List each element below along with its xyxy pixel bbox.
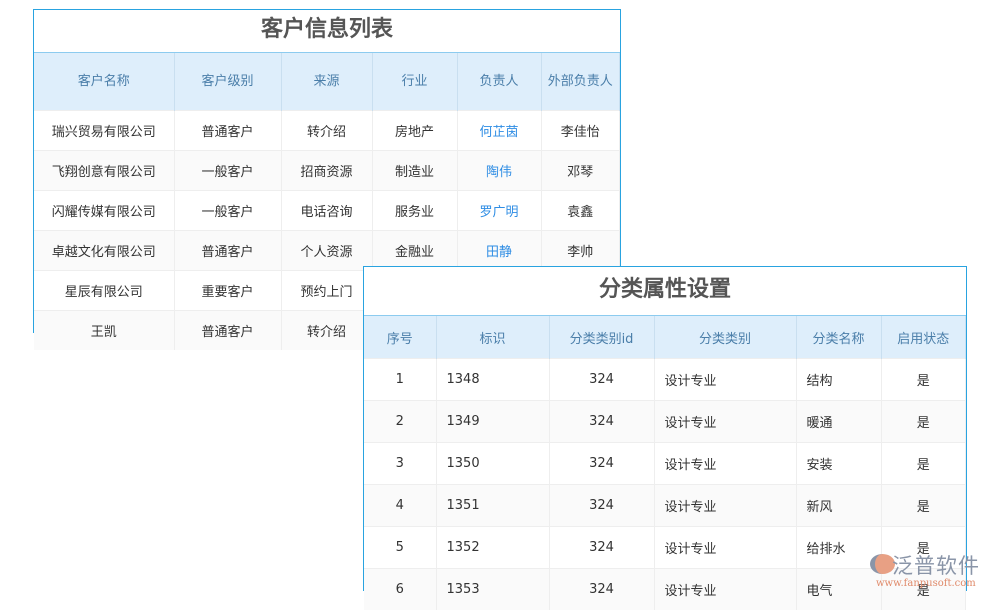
table-cell: 设计专业 xyxy=(654,527,796,569)
table-cell: 服务业 xyxy=(372,191,457,231)
table-cell: 暖通 xyxy=(796,401,881,443)
table-cell: 324 xyxy=(549,527,654,569)
table-cell: 设计专业 xyxy=(654,401,796,443)
table-cell: 是 xyxy=(881,401,966,443)
table-cell: 星辰有限公司 xyxy=(34,271,174,311)
table-cell[interactable]: 罗广明 xyxy=(457,191,541,231)
logo-name: 泛普软件 xyxy=(892,550,980,580)
table-cell: 1352 xyxy=(436,527,549,569)
table-cell: 安装 xyxy=(796,443,881,485)
table-cell: 转介绍 xyxy=(281,311,372,351)
table-cell: 电话咨询 xyxy=(281,191,372,231)
table-cell: 邓琴 xyxy=(541,151,620,191)
table-cell: 王凯 xyxy=(34,311,174,351)
table-row: 飞翔创意有限公司一般客户招商资源制造业陶伟邓琴 xyxy=(34,151,620,191)
table-cell: 设计专业 xyxy=(654,443,796,485)
table-row: 闪耀传媒有限公司一般客户电话咨询服务业罗广明袁鑫 xyxy=(34,191,620,231)
category-attribute-panel: 分类属性设置 序号标识分类类别id分类类别分类名称启用状态11348324设计专… xyxy=(363,266,967,591)
table-cell: 5 xyxy=(364,527,436,569)
column-header: 分类名称 xyxy=(796,316,881,359)
table-cell: 飞翔创意有限公司 xyxy=(34,151,174,191)
column-header: 标识 xyxy=(436,316,549,359)
customer-table-title: 客户信息列表 xyxy=(34,10,620,53)
table-cell: 设计专业 xyxy=(654,485,796,527)
column-header: 分类类别 xyxy=(654,316,796,359)
table-cell: 324 xyxy=(549,401,654,443)
table-cell: 4 xyxy=(364,485,436,527)
table-cell: 重要客户 xyxy=(174,271,281,311)
table-cell: 设计专业 xyxy=(654,569,796,610)
table-cell: 1348 xyxy=(436,359,549,401)
table-cell: 预约上门 xyxy=(281,271,372,311)
column-header: 外部负责人 xyxy=(541,53,620,111)
table-cell: 闪耀传媒有限公司 xyxy=(34,191,174,231)
table-cell: 制造业 xyxy=(372,151,457,191)
table-cell: 6 xyxy=(364,569,436,610)
table-cell: 是 xyxy=(881,359,966,401)
table-cell: 324 xyxy=(549,569,654,610)
table-cell[interactable]: 田静 xyxy=(457,231,541,271)
table-cell: 324 xyxy=(549,485,654,527)
table-row: 41351324设计专业新风是 xyxy=(364,485,966,527)
column-header: 客户级别 xyxy=(174,53,281,111)
table-cell: 1353 xyxy=(436,569,549,610)
table-cell: 设计专业 xyxy=(654,359,796,401)
table-cell: 个人资源 xyxy=(281,231,372,271)
table-cell: 1350 xyxy=(436,443,549,485)
table-cell: 普通客户 xyxy=(174,311,281,351)
logo-url: www.fanpusoft.com xyxy=(876,578,976,589)
column-header: 行业 xyxy=(372,53,457,111)
table-cell: 3 xyxy=(364,443,436,485)
table-row: 31350324设计专业安装是 xyxy=(364,443,966,485)
column-header: 序号 xyxy=(364,316,436,359)
table-cell: 1351 xyxy=(436,485,549,527)
table-cell: 房地产 xyxy=(372,111,457,151)
table-cell: 结构 xyxy=(796,359,881,401)
table-cell: 招商资源 xyxy=(281,151,372,191)
table-cell: 卓越文化有限公司 xyxy=(34,231,174,271)
table-cell: 一般客户 xyxy=(174,151,281,191)
table-cell: 给排水 xyxy=(796,527,881,569)
table-cell[interactable]: 陶伟 xyxy=(457,151,541,191)
table-cell: 一般客户 xyxy=(174,191,281,231)
table-cell: 普通客户 xyxy=(174,111,281,151)
table-cell: 电气 xyxy=(796,569,881,610)
table-cell: 金融业 xyxy=(372,231,457,271)
table-cell: 1349 xyxy=(436,401,549,443)
table-row: 21349324设计专业暖通是 xyxy=(364,401,966,443)
table-row: 11348324设计专业结构是 xyxy=(364,359,966,401)
column-header: 客户名称 xyxy=(34,53,174,111)
category-table-title: 分类属性设置 xyxy=(364,267,966,316)
table-cell: 李佳怡 xyxy=(541,111,620,151)
table-cell[interactable]: 何芷茵 xyxy=(457,111,541,151)
table-cell: 李帅 xyxy=(541,231,620,271)
column-header: 来源 xyxy=(281,53,372,111)
table-row: 瑞兴贸易有限公司普通客户转介绍房地产何芷茵李佳怡 xyxy=(34,111,620,151)
table-cell: 新风 xyxy=(796,485,881,527)
table-cell: 2 xyxy=(364,401,436,443)
column-header: 启用状态 xyxy=(881,316,966,359)
table-cell: 是 xyxy=(881,485,966,527)
fanpusoft-logo: 泛普软件 www.fanpusoft.com xyxy=(870,550,995,595)
table-cell: 瑞兴贸易有限公司 xyxy=(34,111,174,151)
table-cell: 袁鑫 xyxy=(541,191,620,231)
table-row: 卓越文化有限公司普通客户个人资源金融业田静李帅 xyxy=(34,231,620,271)
column-header: 分类类别id xyxy=(549,316,654,359)
table-cell: 是 xyxy=(881,443,966,485)
table-cell: 324 xyxy=(549,359,654,401)
column-header: 负责人 xyxy=(457,53,541,111)
table-cell: 324 xyxy=(549,443,654,485)
table-cell: 1 xyxy=(364,359,436,401)
table-cell: 普通客户 xyxy=(174,231,281,271)
table-cell: 转介绍 xyxy=(281,111,372,151)
